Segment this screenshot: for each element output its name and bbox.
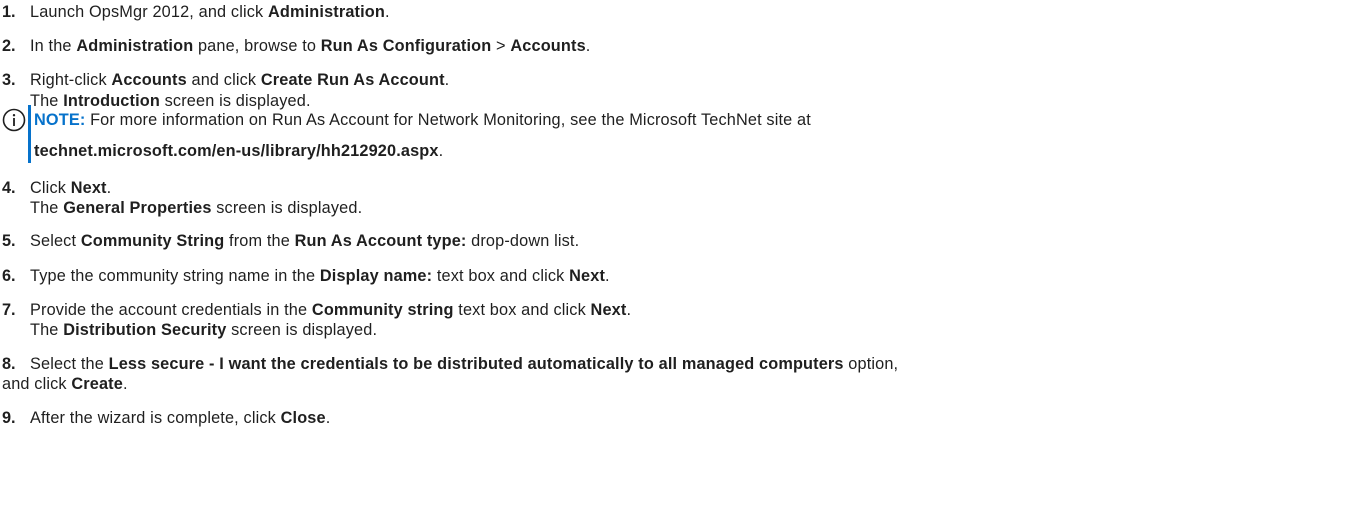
ui-term: Less secure - I want the credentials to … [108,355,844,373]
step-8-text: Select the Less secure - I want the cred… [30,355,899,373]
step-8-continued: and click Create. [2,375,128,393]
step-8-number: 8. [2,355,16,373]
ui-term: General Properties [63,199,212,217]
step-6-text: Type the community string name in the Di… [30,267,610,285]
procedure-document: 1. Launch OpsMgr 2012, and click Adminis… [0,0,1361,509]
ui-term: Introduction [63,92,160,110]
step-6-number: 6. [2,267,16,285]
ui-term: Distribution Security [63,321,227,339]
note-link-line: technet.microsoft.com/en-us/library/hh21… [34,142,444,160]
step-4-result: The General Properties screen is display… [30,199,363,217]
step-4-number: 4. [2,179,16,197]
ui-term: Administration [76,37,194,55]
step-1-text: Launch OpsMgr 2012, and click Administra… [30,3,390,21]
ui-term: Next [569,267,606,285]
step-5-number: 5. [2,232,16,250]
note-label: NOTE: [34,111,86,129]
step-3-result: The Introduction screen is displayed. [30,92,311,110]
step-9-number: 9. [2,409,16,427]
step-2-number: 2. [2,37,16,55]
step-7-number: 7. [2,301,16,319]
ui-term: Administration [268,3,385,21]
ui-term: Accounts [510,37,586,55]
step-3-text: Right-click Accounts and click Create Ru… [30,71,450,89]
ui-term: Display name: [319,267,433,285]
ui-term: Community string [311,301,454,319]
note-text: NOTE: For more information on Run As Acc… [34,111,811,129]
step-9-text: After the wizard is complete, click Clos… [30,409,331,427]
ui-term: Create [71,375,123,393]
step-2-text: In the Administration pane, browse to Ru… [30,37,591,55]
step-3-number: 3. [2,71,16,89]
step-1-number: 1. [2,3,16,21]
step-7-text: Provide the account credentials in the C… [30,301,632,319]
step-4-text: Click Next. [30,179,112,197]
step-5-text: Select Community String from the Run As … [30,232,580,250]
ui-term: Close [280,409,326,427]
ui-term: Next [70,179,107,197]
ui-term: Run As Account type: [294,232,467,250]
technet-link[interactable]: technet.microsoft.com/en-us/library/hh21… [34,142,439,160]
step-7-result: The Distribution Security screen is disp… [30,321,378,339]
note-accent-bar [28,105,31,163]
ui-term: Community String [80,232,225,250]
info-circle-icon [2,108,26,132]
ui-term: Run As Configuration [320,37,492,55]
ui-term: Create Run As Account [260,71,445,89]
ui-term: Next [590,301,627,319]
ui-term: Accounts [111,71,187,89]
